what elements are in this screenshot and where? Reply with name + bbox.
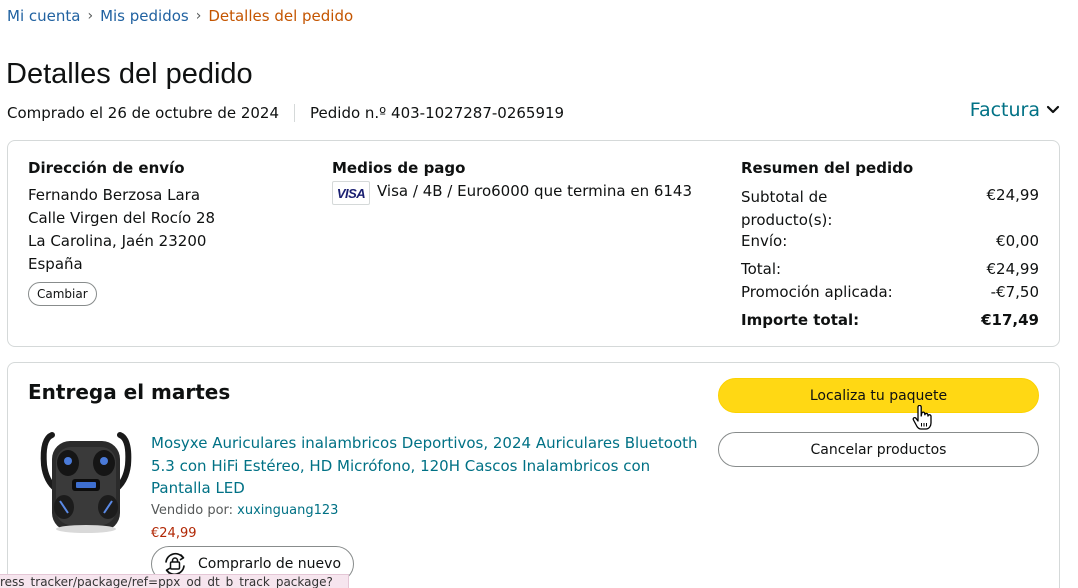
shipping-heading: Dirección de envío (28, 159, 185, 177)
seller-link[interactable]: xuxinguang123 (237, 503, 338, 518)
shipping-country: España (28, 255, 83, 273)
order-summary-card: Dirección de envío Fernando Berzosa Lara… (7, 140, 1060, 347)
product-image[interactable] (38, 425, 134, 537)
summary-total-value: €24,99 (986, 260, 1040, 278)
hand-cursor-icon (912, 405, 932, 430)
change-address-button[interactable]: Cambiar (28, 282, 97, 306)
summary-subtotal-row: Subtotal de producto(s): €24,99 (741, 186, 1039, 232)
breadcrumb-separator: › (195, 8, 202, 24)
breadcrumb-mi-cuenta[interactable]: Mi cuenta (7, 7, 80, 25)
chevron-down-icon (1046, 105, 1060, 114)
summary-subtotal-label-line2: producto(s): (741, 211, 833, 229)
cancel-items-button[interactable]: Cancelar productos (718, 432, 1039, 467)
summary-subtotal-label: Subtotal de producto(s): (741, 186, 832, 232)
summary-shipping-row: Envío: €0,00 (741, 232, 1039, 250)
sold-by-label: Vendido por: (151, 503, 234, 518)
meta-divider (294, 104, 296, 122)
delivery-heading: Entrega el martes (28, 380, 231, 404)
summary-promotion-value: -€7,50 (990, 283, 1039, 301)
invoice-dropdown[interactable]: Factura (970, 99, 1060, 121)
summary-grand-total-value: €17,49 (981, 311, 1039, 329)
product-title-link[interactable]: Mosyxe Auriculares inalambricos Deportiv… (151, 432, 701, 500)
breadcrumb-mis-pedidos[interactable]: Mis pedidos (100, 7, 189, 25)
order-meta: Comprado el 26 de octubre de 2024 Pedido… (7, 104, 564, 122)
shipping-street: Calle Virgen del Rocío 28 (28, 209, 216, 227)
purchase-date: Comprado el 26 de octubre de 2024 (7, 104, 280, 122)
sold-by: Vendido por: xuxinguang123 (151, 503, 338, 518)
buy-again-label: Comprarlo de nuevo (198, 556, 342, 572)
breadcrumb-current: Detalles del pedido (208, 7, 354, 25)
summary-shipping-value: €0,00 (996, 232, 1039, 250)
page-title: Detalles del pedido (6, 58, 253, 90)
breadcrumb-separator: › (87, 8, 94, 24)
payment-method: Visa / 4B / Euro6000 que termina en 6143 (377, 182, 693, 200)
summary-total-label: Total: (741, 260, 782, 278)
summary-subtotal-value: €24,99 (986, 186, 1040, 204)
summary-heading: Resumen del pedido (741, 159, 914, 177)
summary-total-row: Total: €24,99 (741, 260, 1039, 278)
visa-card-icon: VISA (332, 181, 370, 205)
shipping-city: La Carolina, Jaén 23200 (28, 232, 207, 250)
shipping-name: Fernando Berzosa Lara (28, 186, 201, 204)
summary-shipping-label: Envío: (741, 232, 788, 250)
breadcrumb: Mi cuenta › Mis pedidos › Detalles del p… (7, 7, 353, 25)
summary-subtotal-label-line1: Subtotal de (741, 188, 828, 206)
order-number: Pedido n.º 403-1027287-0265919 (310, 104, 565, 122)
delivery-card: Entrega el martes Localiza tu paquete Ca… (7, 362, 1060, 588)
summary-promotion-label: Promoción aplicada: (741, 283, 893, 301)
summary-grand-total-label: Importe total: (741, 311, 860, 329)
track-package-button[interactable]: Localiza tu paquete (718, 378, 1039, 413)
invoice-label: Factura (969, 99, 1040, 121)
product-price: €24,99 (151, 526, 197, 541)
browser-status-url: ress_tracker/package/ref=ppx_od_dt_b_tra… (0, 574, 349, 588)
summary-promotion-row: Promoción aplicada: -€7,50 (741, 283, 1039, 301)
summary-grand-total-row: Importe total: €17,49 (741, 311, 1039, 329)
payment-heading: Medios de pago (332, 159, 466, 177)
